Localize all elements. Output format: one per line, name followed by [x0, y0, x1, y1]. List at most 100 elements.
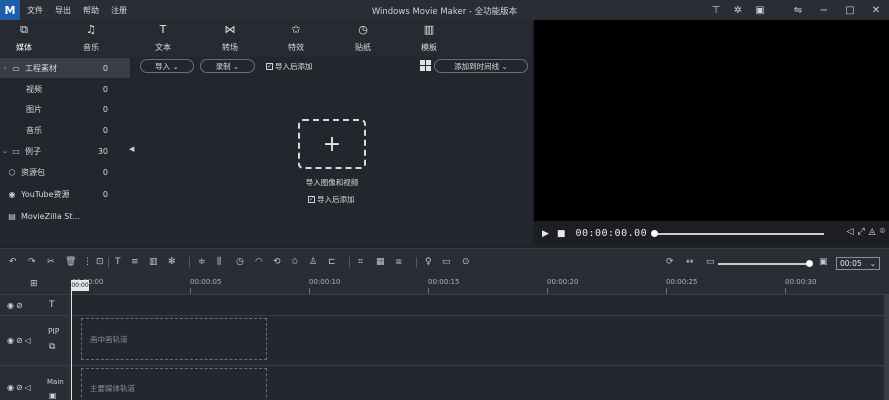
- marker-icon[interactable]: ⊏: [328, 257, 336, 267]
- column-icon[interactable]: ▥: [149, 257, 158, 267]
- eye-lock-icon[interactable]: ◉⊘: [7, 301, 25, 310]
- record-dropdown[interactable]: 录制 ⌄: [200, 59, 255, 73]
- playhead[interactable]: [71, 291, 72, 400]
- slider-handle[interactable]: [651, 230, 658, 237]
- undo-icon[interactable]: ↶: [9, 257, 17, 267]
- sidebar-item-images[interactable]: 图片 0: [0, 99, 130, 119]
- timeline-scrollbar[interactable]: [884, 295, 889, 400]
- add-after-import-checkbox[interactable]: ✓ 导入后添加: [266, 61, 313, 72]
- main-drop-zone[interactable]: 主要媒体轨道: [81, 368, 267, 400]
- aspect-icon[interactable]: ⧈: [396, 257, 402, 267]
- add-to-timeline-dropdown[interactable]: 添加到时间线 ⌄: [434, 59, 528, 73]
- snapshot-icon[interactable]: ⌾: [880, 227, 885, 237]
- timeline-ruler[interactable]: ⊞ 00:00:00 00:00:05 00:00:10 00:00:15 00…: [0, 276, 889, 295]
- collapse-sidebar-icon[interactable]: ◀: [129, 145, 134, 153]
- pip-track-header: ◉⊘◁ PIP ⧉: [0, 316, 70, 366]
- zoom-input[interactable]: 00:05 ⌄: [836, 257, 880, 270]
- camera-icon[interactable]: ▭: [442, 257, 451, 267]
- add-track-icon[interactable]: ⊞: [30, 279, 38, 289]
- import-dropdown[interactable]: 导入 ⌄: [140, 59, 194, 73]
- tick-label: 00:00:20: [547, 278, 579, 286]
- zoom-out-icon[interactable]: ▭: [706, 257, 715, 267]
- eye-lock-audio-icon[interactable]: ◉⊘◁: [7, 383, 33, 392]
- zoom-width-icon[interactable]: ↔: [686, 257, 694, 267]
- screen-record-icon[interactable]: ⊙: [462, 257, 470, 267]
- menu-export[interactable]: 导出: [55, 5, 71, 16]
- snowflake-icon[interactable]: ✻: [168, 257, 176, 267]
- star-icon[interactable]: ✩: [291, 257, 299, 267]
- maximize-icon[interactable]: □: [837, 5, 863, 16]
- rotate-icon[interactable]: ⟲: [273, 257, 281, 267]
- import-area-checkbox[interactable]: ✓ 导入后添加: [308, 194, 355, 205]
- item-count: 0: [102, 167, 108, 177]
- fullscreen-icon[interactable]: ⤢: [857, 227, 864, 237]
- person-icon[interactable]: ♙: [309, 257, 317, 267]
- cut-icon[interactable]: ✂: [47, 257, 55, 267]
- tab-text[interactable]: T 文本: [155, 20, 171, 53]
- speed-icon[interactable]: ≑: [198, 257, 206, 267]
- main-track[interactable]: 主要媒体轨道: [71, 366, 889, 400]
- menu-help[interactable]: 帮助: [83, 5, 99, 16]
- fit-icon[interactable]: ⟳: [666, 257, 674, 267]
- media-icon: ⧉: [20, 23, 28, 36]
- import-media-label: 导入图像和视频: [305, 178, 359, 187]
- redo-icon[interactable]: ↷: [28, 257, 36, 267]
- audio-bars-icon[interactable]: ⫼: [217, 257, 221, 267]
- stop-icon[interactable]: ■: [557, 229, 566, 239]
- playhead-label[interactable]: 00:00: [71, 280, 89, 291]
- template-icon: ▥: [423, 23, 435, 36]
- pip-icon: ⧉: [49, 342, 56, 352]
- play-icon[interactable]: ▶: [542, 229, 549, 239]
- text-tool-icon[interactable]: T: [115, 257, 121, 267]
- mosaic-icon[interactable]: ▦: [376, 257, 385, 267]
- item-count: 0: [102, 104, 108, 114]
- restore-icon[interactable]: ⇋: [785, 5, 811, 16]
- pin-icon[interactable]: ⊤: [705, 5, 727, 16]
- minimize-icon[interactable]: −: [811, 5, 837, 16]
- color-fill-icon[interactable]: ◬: [869, 227, 876, 237]
- caption-icon[interactable]: ≡: [131, 257, 139, 267]
- clock-icon[interactable]: ◷: [236, 257, 244, 267]
- close-icon[interactable]: ✕: [863, 5, 889, 16]
- text-track[interactable]: [71, 295, 889, 316]
- crop-icon[interactable]: ⌗: [358, 257, 363, 267]
- item-count: 0: [102, 63, 108, 73]
- item-count: 0: [102, 125, 108, 135]
- save-icon[interactable]: ▣: [749, 5, 771, 16]
- pip-drop-zone[interactable]: 画中画轨道: [81, 318, 267, 360]
- tab-transitions[interactable]: ⋈ 转场: [222, 20, 238, 53]
- tab-stickers[interactable]: ◷ 贴纸: [355, 20, 371, 53]
- menu-file[interactable]: 文件: [27, 5, 43, 16]
- sidebar-item-moviezilla[interactable]: ▤ MovieZilla St...: [0, 206, 130, 226]
- eye-lock-audio-icon[interactable]: ◉⊘◁: [7, 336, 33, 345]
- sidebar-item-youtube[interactable]: ◉ YouTube资源 0: [0, 184, 130, 204]
- sidebar-item-resource-pack[interactable]: ⬡ 资源包 0: [0, 162, 130, 182]
- timecode-display: 00:00:00.00: [575, 228, 648, 239]
- zoom-in-icon[interactable]: ▣: [819, 257, 828, 267]
- share-icon[interactable]: ✲: [727, 5, 749, 16]
- plus-icon: +: [322, 131, 342, 157]
- import-media-button[interactable]: +: [298, 119, 366, 169]
- sidebar-item-music[interactable]: 音乐 0: [0, 120, 130, 140]
- sidebar-item-project-media[interactable]: › ▭ 工程素材 0: [0, 58, 130, 78]
- zoom-slider[interactable]: [718, 260, 813, 267]
- gauge-icon[interactable]: ◠: [255, 257, 263, 267]
- sidebar-item-examples[interactable]: ⌄ ▭ 例子 30: [0, 141, 130, 161]
- crop-duration-icon[interactable]: ⊡: [96, 257, 104, 267]
- tab-media[interactable]: ⧉ 媒体: [16, 20, 32, 53]
- menu-register[interactable]: 注册: [111, 5, 127, 16]
- microphone-icon[interactable]: ♀: [425, 257, 432, 267]
- grid-view-icon[interactable]: [420, 60, 431, 71]
- delete-icon[interactable]: 🗑: [65, 257, 76, 267]
- tab-templates[interactable]: ▥ 模板: [421, 20, 437, 53]
- app-window: M 文件 导出 帮助 注册 Windows Movie Maker - 全功能版…: [0, 0, 889, 400]
- split-icon[interactable]: ⋮: [83, 257, 92, 267]
- tab-music[interactable]: ♫ 音乐: [83, 20, 99, 53]
- playback-progress-slider[interactable]: [651, 230, 824, 237]
- pip-track[interactable]: 画中画轨道: [71, 316, 889, 366]
- toolbar-separator: [189, 257, 190, 268]
- slider-handle[interactable]: [806, 260, 813, 267]
- volume-icon[interactable]: ◁: [847, 227, 854, 237]
- tab-effects[interactable]: ✩ 特效: [288, 20, 304, 53]
- sidebar-item-video[interactable]: 视频 0: [0, 79, 130, 99]
